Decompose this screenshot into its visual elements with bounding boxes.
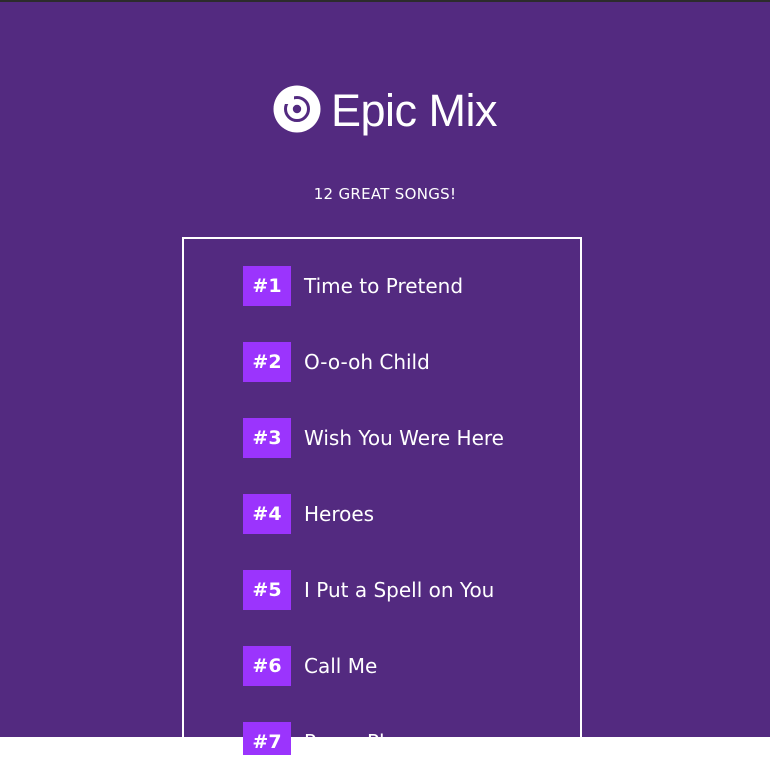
track-title: O-o-oh Child <box>304 350 430 374</box>
track-number-badge: #4 <box>243 494 291 534</box>
track-number-badge: #6 <box>243 646 291 686</box>
track-item-7[interactable]: #7 Paper Planes <box>243 722 433 755</box>
track-title: Call Me <box>304 654 378 678</box>
track-number-badge: #3 <box>243 418 291 458</box>
mix-page: Epic Mix 12 GREAT SONGS! #1 Time to Pret… <box>0 2 770 757</box>
track-number-badge: #5 <box>243 570 291 610</box>
page-title: Epic Mix <box>330 85 498 136</box>
track-item-5[interactable]: #5 I Put a Spell on You <box>243 570 494 610</box>
track-number-badge: #7 <box>243 722 291 755</box>
track-number-badge: #2 <box>243 342 291 382</box>
track-number-badge: #1 <box>243 266 291 306</box>
track-item-3[interactable]: #3 Wish You Were Here <box>243 418 504 458</box>
track-item-6[interactable]: #6 Call Me <box>243 646 377 686</box>
disc-icon <box>273 85 321 133</box>
track-item-1[interactable]: #1 Time to Pretend <box>243 266 463 306</box>
track-item-4[interactable]: #4 Heroes <box>243 494 374 534</box>
track-title: I Put a Spell on You <box>304 578 495 602</box>
track-title: Wish You Were Here <box>304 426 504 450</box>
song-count-subtitle: 12 GREAT SONGS! <box>313 185 457 203</box>
track-title: Paper Planes <box>304 730 433 754</box>
mix-header: Epic Mix <box>0 84 770 136</box>
track-list: #1 Time to Pretend #2 O-o-oh Child #3 Wi… <box>182 237 582 757</box>
track-title: Time to Pretend <box>304 274 464 298</box>
track-title: Heroes <box>304 502 375 526</box>
track-item-2[interactable]: #2 O-o-oh Child <box>243 342 430 382</box>
